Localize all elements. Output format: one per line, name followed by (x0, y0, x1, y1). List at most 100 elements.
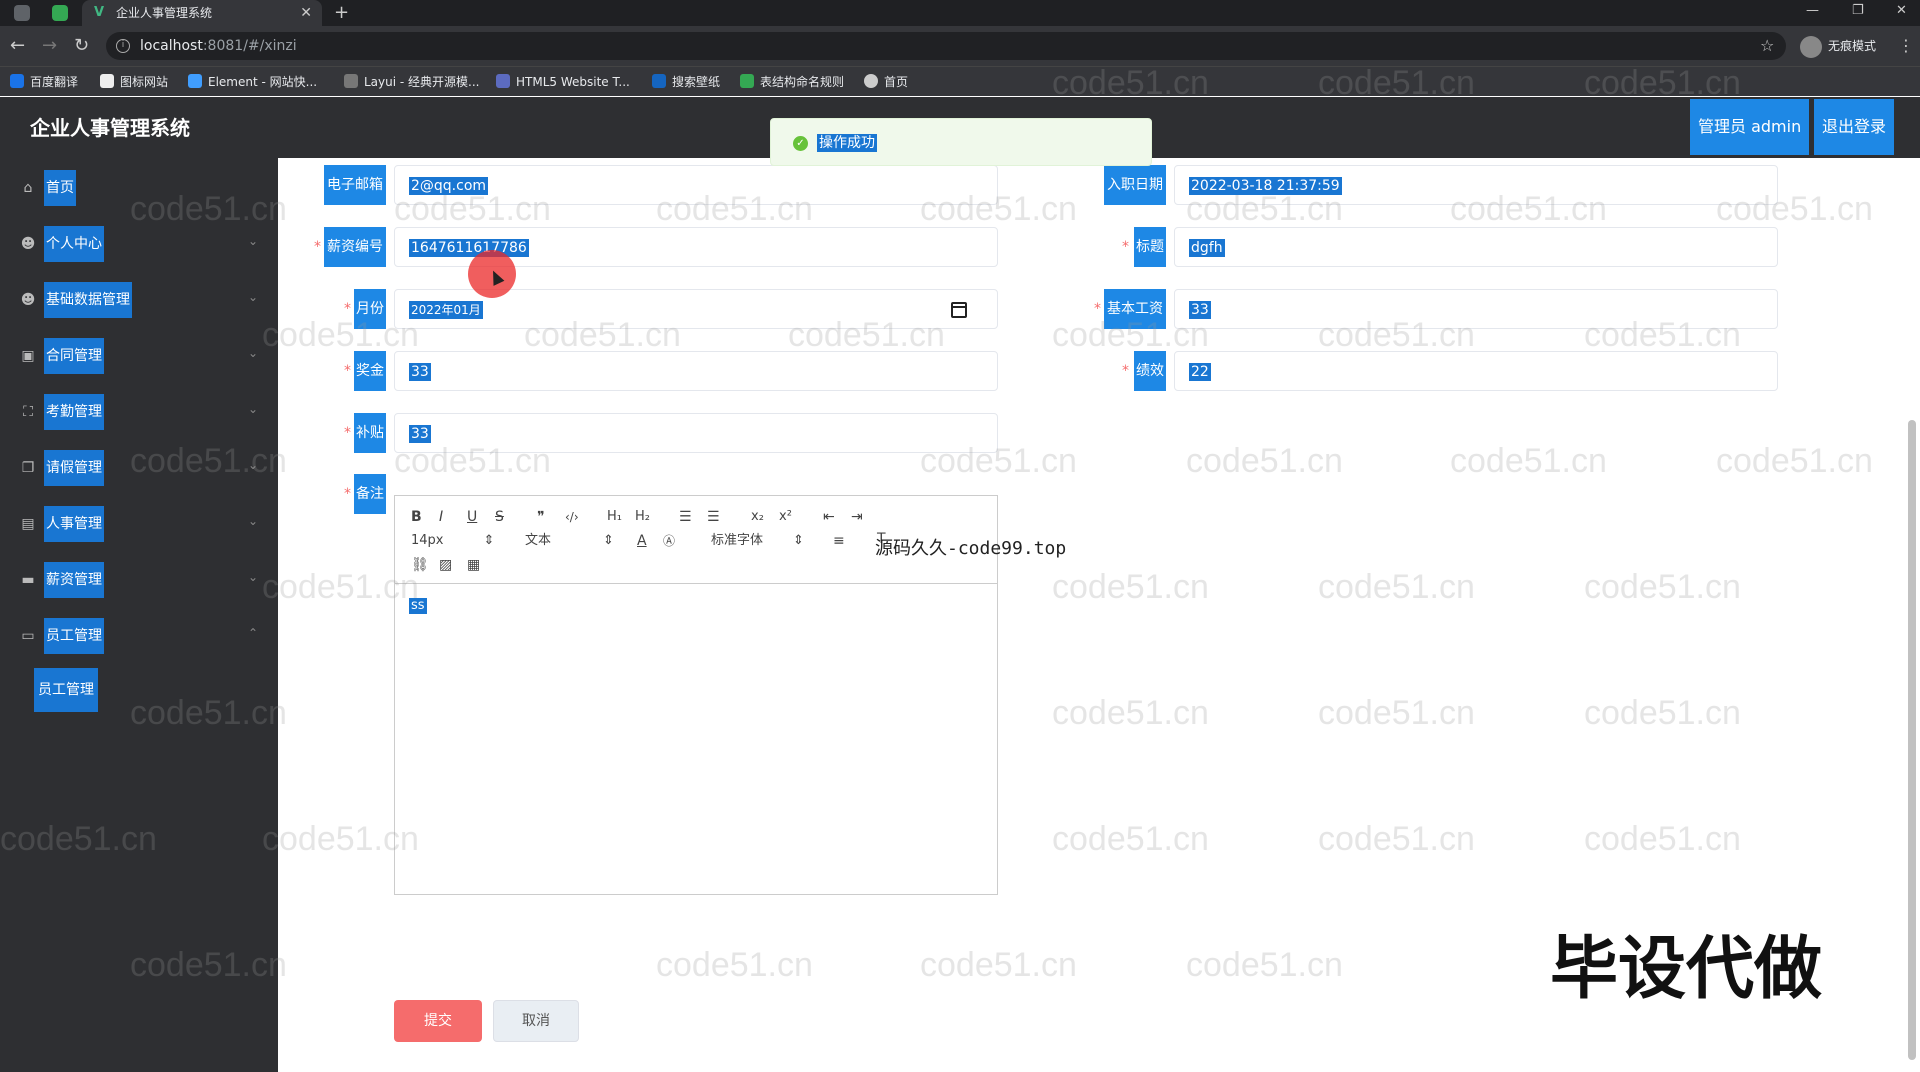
new-tab-button[interactable]: + (334, 0, 349, 26)
required-mark: * (344, 363, 351, 379)
video-icon[interactable]: ▦ (467, 556, 480, 574)
label-month: 月份 (354, 289, 386, 329)
cancel-button[interactable]: 取消 (493, 1000, 579, 1042)
sidebar-subitem-employees[interactable]: 员工管理 (34, 668, 98, 712)
label-salary-no: 薪资编号 (324, 227, 386, 267)
github-icon[interactable] (14, 5, 30, 21)
performance-field[interactable]: 22 (1174, 351, 1778, 391)
sidebar-item-attendance[interactable]: ⛶ 考勤管理 ⌄ (0, 390, 278, 434)
sidebar-item-label: 考勤管理 (44, 394, 104, 430)
superscript-icon[interactable]: x² (779, 508, 792, 526)
site-info-icon[interactable]: i (116, 39, 130, 53)
sidebar-item-leave[interactable]: ❐ 请假管理 ⌄ (0, 446, 278, 490)
logout-button[interactable]: 退出登录 (1814, 99, 1895, 155)
back-icon[interactable]: ← (10, 26, 25, 66)
admin-menu-button[interactable]: 管理员 admin (1690, 99, 1810, 155)
sidebar-item-contracts[interactable]: ▣ 合同管理 ⌄ (0, 334, 278, 378)
incognito-label: 无痕模式 (1828, 39, 1877, 53)
browser-tab-active[interactable]: V 企业人事管理系统 ✕ (82, 0, 322, 26)
quote-icon[interactable]: ❞ (537, 508, 545, 526)
bookmark-item[interactable]: 搜索壁纸 (652, 67, 720, 97)
ordered-list-icon[interactable]: ☰ (679, 508, 692, 526)
calendar-icon[interactable] (951, 302, 967, 318)
vue-favicon-icon: V (94, 5, 105, 20)
block-type-value: 文本 (525, 533, 552, 548)
scrollbar[interactable] (1908, 420, 1916, 1060)
block-type-select[interactable]: 文本 ⇕ (525, 532, 614, 550)
close-window-icon[interactable]: ✕ (1896, 0, 1907, 22)
label-email: 电子邮箱 (324, 165, 386, 205)
sidebar-item-personnel[interactable]: ▤ 人事管理 ⌄ (0, 502, 278, 546)
tab-title: 企业人事管理系统 (116, 6, 213, 20)
email-field[interactable]: 2@qq.com (394, 165, 998, 205)
font-size-select[interactable]: 14px ⇕ (411, 532, 494, 550)
browser-menu-icon[interactable]: ⋮ (1898, 26, 1914, 66)
select-arrows-icon: ⇕ (483, 533, 495, 548)
wallpaper-icon (652, 74, 666, 88)
remark-content: ss (409, 598, 427, 614)
hire-date-field[interactable]: 2022-03-18 21:37:59 (1174, 165, 1778, 205)
subscript-icon[interactable]: x₂ (751, 508, 764, 526)
sidebar-item-base-data[interactable]: ☻ 基础数据管理 ⌄ (0, 278, 278, 322)
restore-icon[interactable]: ❐ (1852, 0, 1864, 22)
indent-icon[interactable]: ⇥ (851, 508, 863, 526)
bookmark-item[interactable]: 表结构命名规则 (740, 67, 844, 97)
image-icon[interactable]: ▨ (439, 556, 452, 574)
bookmark-star-icon[interactable]: ☆ (1760, 26, 1774, 66)
document-icon: ▤ (21, 516, 35, 532)
italic-icon[interactable]: I (439, 508, 443, 526)
bookmark-item[interactable]: Element - 网站快... (188, 67, 317, 97)
close-tab-icon[interactable]: ✕ (300, 0, 312, 26)
email-value: 2@qq.com (409, 177, 489, 195)
minimize-icon[interactable]: — (1806, 0, 1819, 22)
code-icon[interactable]: ‹/› (565, 508, 579, 526)
chevron-down-icon: ⌄ (247, 570, 258, 584)
month-value: 2022年01月 (409, 301, 483, 319)
required-mark: * (1094, 301, 1101, 317)
strike-icon[interactable]: S (495, 508, 504, 526)
base-salary-value: 33 (1189, 301, 1211, 319)
bookmark-item[interactable]: 百度翻译 (10, 67, 78, 97)
heading2-icon[interactable]: H₂ (635, 508, 650, 526)
incognito-badge[interactable]: 无痕模式 (1800, 34, 1876, 58)
title-field[interactable]: dgfh (1174, 227, 1778, 267)
submit-button[interactable]: 提交 (394, 1000, 482, 1042)
chevron-down-icon: ⌄ (247, 290, 258, 304)
allowance-field[interactable]: 33 (394, 413, 998, 453)
bookmarks-bar: 百度翻译 图标网站 Element - 网站快... Layui - 经典开源模… (0, 66, 1920, 96)
bullet-list-icon[interactable]: ☰ (707, 508, 720, 526)
bookmark-item[interactable]: 首页 (864, 67, 908, 97)
label-title: 标题 (1134, 227, 1166, 267)
underline-icon[interactable]: U (467, 508, 477, 526)
required-mark: * (314, 239, 321, 255)
font-size-value: 14px (411, 533, 444, 548)
link-icon[interactable]: ⛓ (411, 556, 429, 574)
bookmark-item[interactable]: Layui - 经典开源模... (344, 67, 479, 97)
font-family-select[interactable]: 标准字体 ⇕ (711, 532, 804, 550)
required-mark: * (1122, 363, 1129, 379)
heading1-icon[interactable]: H₁ (607, 508, 622, 526)
base-salary-field[interactable]: 33 (1174, 289, 1778, 329)
font-color-icon[interactable]: A (637, 532, 647, 550)
globe-icon (864, 74, 878, 88)
outdent-icon[interactable]: ⇤ (823, 508, 835, 526)
bold-icon[interactable]: B (411, 508, 422, 526)
monitor-icon: ▬ (21, 572, 35, 588)
sidebar-item-home[interactable]: ⌂ 首页 (0, 166, 278, 210)
forward-icon[interactable]: → (42, 26, 57, 66)
address-bar[interactable]: i localhost:8081/#/xinzi (106, 32, 1786, 60)
background-color-icon[interactable]: Ⓐ (663, 532, 675, 550)
sheet-icon (740, 74, 754, 88)
sidebar-item-label: 员工管理 (44, 618, 104, 654)
bookmark-item[interactable]: HTML5 Website T... (496, 67, 630, 97)
bonus-field[interactable]: 33 (394, 351, 998, 391)
sidebar-item-employees[interactable]: ▭ 员工管理 ⌃ (0, 614, 278, 658)
align-icon[interactable]: ≡ (833, 532, 845, 550)
sidebar-item-salary[interactable]: ▬ 薪资管理 ⌄ (0, 558, 278, 602)
bookmark-item[interactable]: 图标网站 (100, 67, 168, 97)
reload-icon[interactable]: ↻ (74, 26, 89, 66)
allowance-value: 33 (409, 425, 431, 443)
sidebar-item-profile[interactable]: ☻ 个人中心 ⌄ (0, 222, 278, 266)
pinned-tab-icon[interactable] (52, 5, 68, 21)
sidebar: ⌂ 首页 ☻ 个人中心 ⌄ ☻ 基础数据管理 ⌄ ▣ 合同管理 ⌄ ⛶ 考勤管理… (0, 158, 278, 1072)
